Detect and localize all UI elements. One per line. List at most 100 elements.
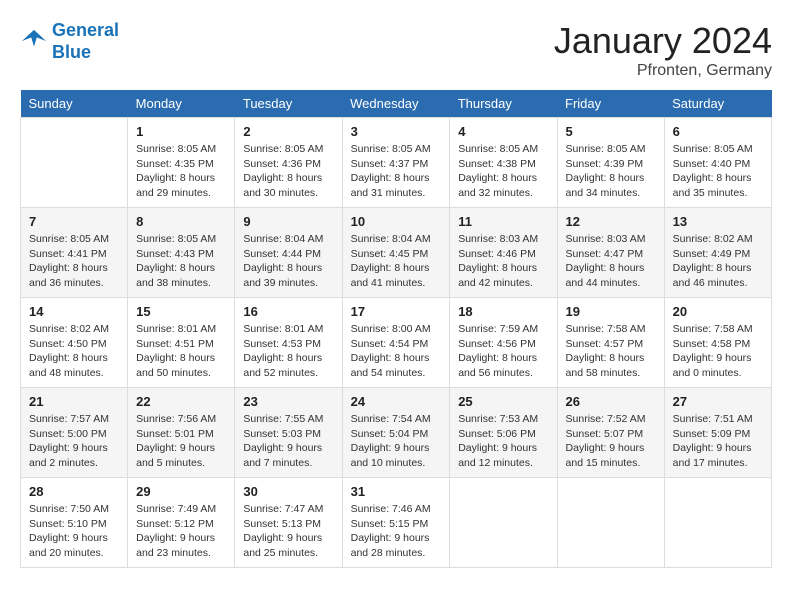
day-info: Sunrise: 8:04 AM Sunset: 4:44 PM Dayligh… <box>243 232 333 291</box>
day-info: Sunrise: 7:56 AM Sunset: 5:01 PM Dayligh… <box>136 412 226 471</box>
day-number: 24 <box>351 394 442 409</box>
calendar-cell: 5Sunrise: 8:05 AM Sunset: 4:39 PM Daylig… <box>557 118 664 208</box>
calendar-cell: 31 Sunrise: 7:46 AM Sunset: 5:15 PM Dayli… <box>342 478 450 568</box>
calendar-cell: 12Sunrise: 8:03 AM Sunset: 4:47 PM Dayli… <box>557 208 664 298</box>
calendar-cell: 17 Sunrise: 8:00 AM Sunset: 4:54 PM Dayli… <box>342 298 450 388</box>
calendar-week-row-2: 14 Sunrise: 8:02 AM Sunset: 4:50 PM Dayli… <box>21 298 772 388</box>
calendar-cell: 24Sunrise: 7:54 AM Sunset: 5:04 PM Dayli… <box>342 388 450 478</box>
day-info: Sunrise: 8:05 AM Sunset: 4:43 PM Dayligh… <box>136 232 226 291</box>
calendar-cell: 7Sunrise: 8:05 AM Sunset: 4:41 PM Daylig… <box>21 208 128 298</box>
calendar-cell: 28 Sunrise: 7:50 AM Sunset: 5:10 PM Dayli… <box>21 478 128 568</box>
calendar-cell: 30Sunrise: 7:47 AM Sunset: 5:13 PM Dayli… <box>235 478 342 568</box>
day-number: 9 <box>243 214 333 229</box>
day-info: Sunrise: 8:00 AM Sunset: 4:54 PM Dayligh… <box>351 322 442 381</box>
col-thursday: Thursday <box>450 90 557 118</box>
day-number: 30 <box>243 484 333 499</box>
calendar-week-row-0: 1 Sunrise: 8:05 AM Sunset: 4:35 PM Daylig… <box>21 118 772 208</box>
calendar-week-row-4: 28 Sunrise: 7:50 AM Sunset: 5:10 PM Dayli… <box>21 478 772 568</box>
day-number: 28 <box>29 484 119 499</box>
day-number: 25 <box>458 394 548 409</box>
day-number: 1 <box>136 124 226 139</box>
day-info: Sunrise: 7:53 AM Sunset: 5:06 PM Dayligh… <box>458 412 548 471</box>
day-info: Sunrise: 8:02 AM Sunset: 4:50 PM Dayligh… <box>29 322 119 381</box>
day-number: 27 <box>673 394 763 409</box>
day-info: Sunrise: 8:04 AM Sunset: 4:45 PM Dayligh… <box>351 232 442 291</box>
day-info: Sunrise: 7:59 AM Sunset: 4:56 PM Dayligh… <box>458 322 548 381</box>
header: General Blue January 2024 Pfronten, Germ… <box>20 20 772 80</box>
calendar-cell: 14 Sunrise: 8:02 AM Sunset: 4:50 PM Dayli… <box>21 298 128 388</box>
calendar-cell: 2 Sunrise: 8:05 AM Sunset: 4:36 PM Daylig… <box>235 118 342 208</box>
day-number: 11 <box>458 214 548 229</box>
day-info: Sunrise: 8:05 AM Sunset: 4:37 PM Dayligh… <box>351 142 442 201</box>
calendar-header-row: Sunday Monday Tuesday Wednesday Thursday… <box>21 90 772 118</box>
logo: General Blue <box>20 20 119 63</box>
calendar-week-row-1: 7Sunrise: 8:05 AM Sunset: 4:41 PM Daylig… <box>21 208 772 298</box>
calendar-cell: 29Sunrise: 7:49 AM Sunset: 5:12 PM Dayli… <box>128 478 235 568</box>
day-number: 7 <box>29 214 119 229</box>
calendar-cell: 23 Sunrise: 7:55 AM Sunset: 5:03 PM Dayli… <box>235 388 342 478</box>
day-number: 8 <box>136 214 226 229</box>
day-info: Sunrise: 8:03 AM Sunset: 4:46 PM Dayligh… <box>458 232 548 291</box>
day-info: Sunrise: 7:51 AM Sunset: 5:09 PM Dayligh… <box>673 412 763 471</box>
day-number: 13 <box>673 214 763 229</box>
calendar-cell: 11 Sunrise: 8:03 AM Sunset: 4:46 PM Dayli… <box>450 208 557 298</box>
day-info: Sunrise: 7:50 AM Sunset: 5:10 PM Dayligh… <box>29 502 119 561</box>
col-monday: Monday <box>128 90 235 118</box>
calendar-cell <box>664 478 771 568</box>
day-number: 6 <box>673 124 763 139</box>
calendar-cell: 3 Sunrise: 8:05 AM Sunset: 4:37 PM Daylig… <box>342 118 450 208</box>
calendar-cell: 10Sunrise: 8:04 AM Sunset: 4:45 PM Dayli… <box>342 208 450 298</box>
day-info: Sunrise: 8:03 AM Sunset: 4:47 PM Dayligh… <box>566 232 656 291</box>
calendar-cell: 25 Sunrise: 7:53 AM Sunset: 5:06 PM Dayli… <box>450 388 557 478</box>
calendar-cell: 13Sunrise: 8:02 AM Sunset: 4:49 PM Dayli… <box>664 208 771 298</box>
day-info: Sunrise: 7:46 AM Sunset: 5:15 PM Dayligh… <box>351 502 442 561</box>
day-info: Sunrise: 8:05 AM Sunset: 4:35 PM Dayligh… <box>136 142 226 201</box>
calendar-cell <box>21 118 128 208</box>
day-info: Sunrise: 7:58 AM Sunset: 4:57 PM Dayligh… <box>566 322 656 381</box>
calendar-cell: 21 Sunrise: 7:57 AM Sunset: 5:00 PM Dayli… <box>21 388 128 478</box>
calendar-cell: 15 Sunrise: 8:01 AM Sunset: 4:51 PM Dayli… <box>128 298 235 388</box>
location: Pfronten, Germany <box>554 62 772 80</box>
day-number: 20 <box>673 304 763 319</box>
calendar-cell: 9 Sunrise: 8:04 AM Sunset: 4:44 PM Daylig… <box>235 208 342 298</box>
calendar-cell: 1 Sunrise: 8:05 AM Sunset: 4:35 PM Daylig… <box>128 118 235 208</box>
day-number: 2 <box>243 124 333 139</box>
day-number: 26 <box>566 394 656 409</box>
day-number: 31 <box>351 484 442 499</box>
day-number: 14 <box>29 304 119 319</box>
col-sunday: Sunday <box>21 90 128 118</box>
calendar-cell: 18Sunrise: 7:59 AM Sunset: 4:56 PM Dayli… <box>450 298 557 388</box>
calendar-cell: 20 Sunrise: 7:58 AM Sunset: 4:58 PM Dayli… <box>664 298 771 388</box>
day-number: 3 <box>351 124 442 139</box>
col-friday: Friday <box>557 90 664 118</box>
calendar-cell: 16 Sunrise: 8:01 AM Sunset: 4:53 PM Dayli… <box>235 298 342 388</box>
col-saturday: Saturday <box>664 90 771 118</box>
calendar-table: Sunday Monday Tuesday Wednesday Thursday… <box>20 90 772 568</box>
calendar-cell <box>557 478 664 568</box>
day-info: Sunrise: 8:01 AM Sunset: 4:51 PM Dayligh… <box>136 322 226 381</box>
day-number: 4 <box>458 124 548 139</box>
col-wednesday: Wednesday <box>342 90 450 118</box>
day-number: 21 <box>29 394 119 409</box>
calendar-cell: 26 Sunrise: 7:52 AM Sunset: 5:07 PM Dayli… <box>557 388 664 478</box>
day-number: 16 <box>243 304 333 319</box>
day-info: Sunrise: 8:01 AM Sunset: 4:53 PM Dayligh… <box>243 322 333 381</box>
col-tuesday: Tuesday <box>235 90 342 118</box>
day-number: 5 <box>566 124 656 139</box>
day-info: Sunrise: 7:49 AM Sunset: 5:12 PM Dayligh… <box>136 502 226 561</box>
day-info: Sunrise: 7:57 AM Sunset: 5:00 PM Dayligh… <box>29 412 119 471</box>
day-number: 17 <box>351 304 442 319</box>
day-info: Sunrise: 7:55 AM Sunset: 5:03 PM Dayligh… <box>243 412 333 471</box>
day-number: 15 <box>136 304 226 319</box>
day-info: Sunrise: 7:52 AM Sunset: 5:07 PM Dayligh… <box>566 412 656 471</box>
calendar-cell: 27 Sunrise: 7:51 AM Sunset: 5:09 PM Dayli… <box>664 388 771 478</box>
logo-icon <box>20 28 48 56</box>
calendar-cell <box>450 478 557 568</box>
calendar-cell: 8 Sunrise: 8:05 AM Sunset: 4:43 PM Daylig… <box>128 208 235 298</box>
day-number: 23 <box>243 394 333 409</box>
title-section: January 2024 Pfronten, Germany <box>554 20 772 80</box>
calendar-cell: 4Sunrise: 8:05 AM Sunset: 4:38 PM Daylig… <box>450 118 557 208</box>
day-info: Sunrise: 7:58 AM Sunset: 4:58 PM Dayligh… <box>673 322 763 381</box>
logo-text: General Blue <box>52 20 119 63</box>
day-info: Sunrise: 8:05 AM Sunset: 4:36 PM Dayligh… <box>243 142 333 201</box>
